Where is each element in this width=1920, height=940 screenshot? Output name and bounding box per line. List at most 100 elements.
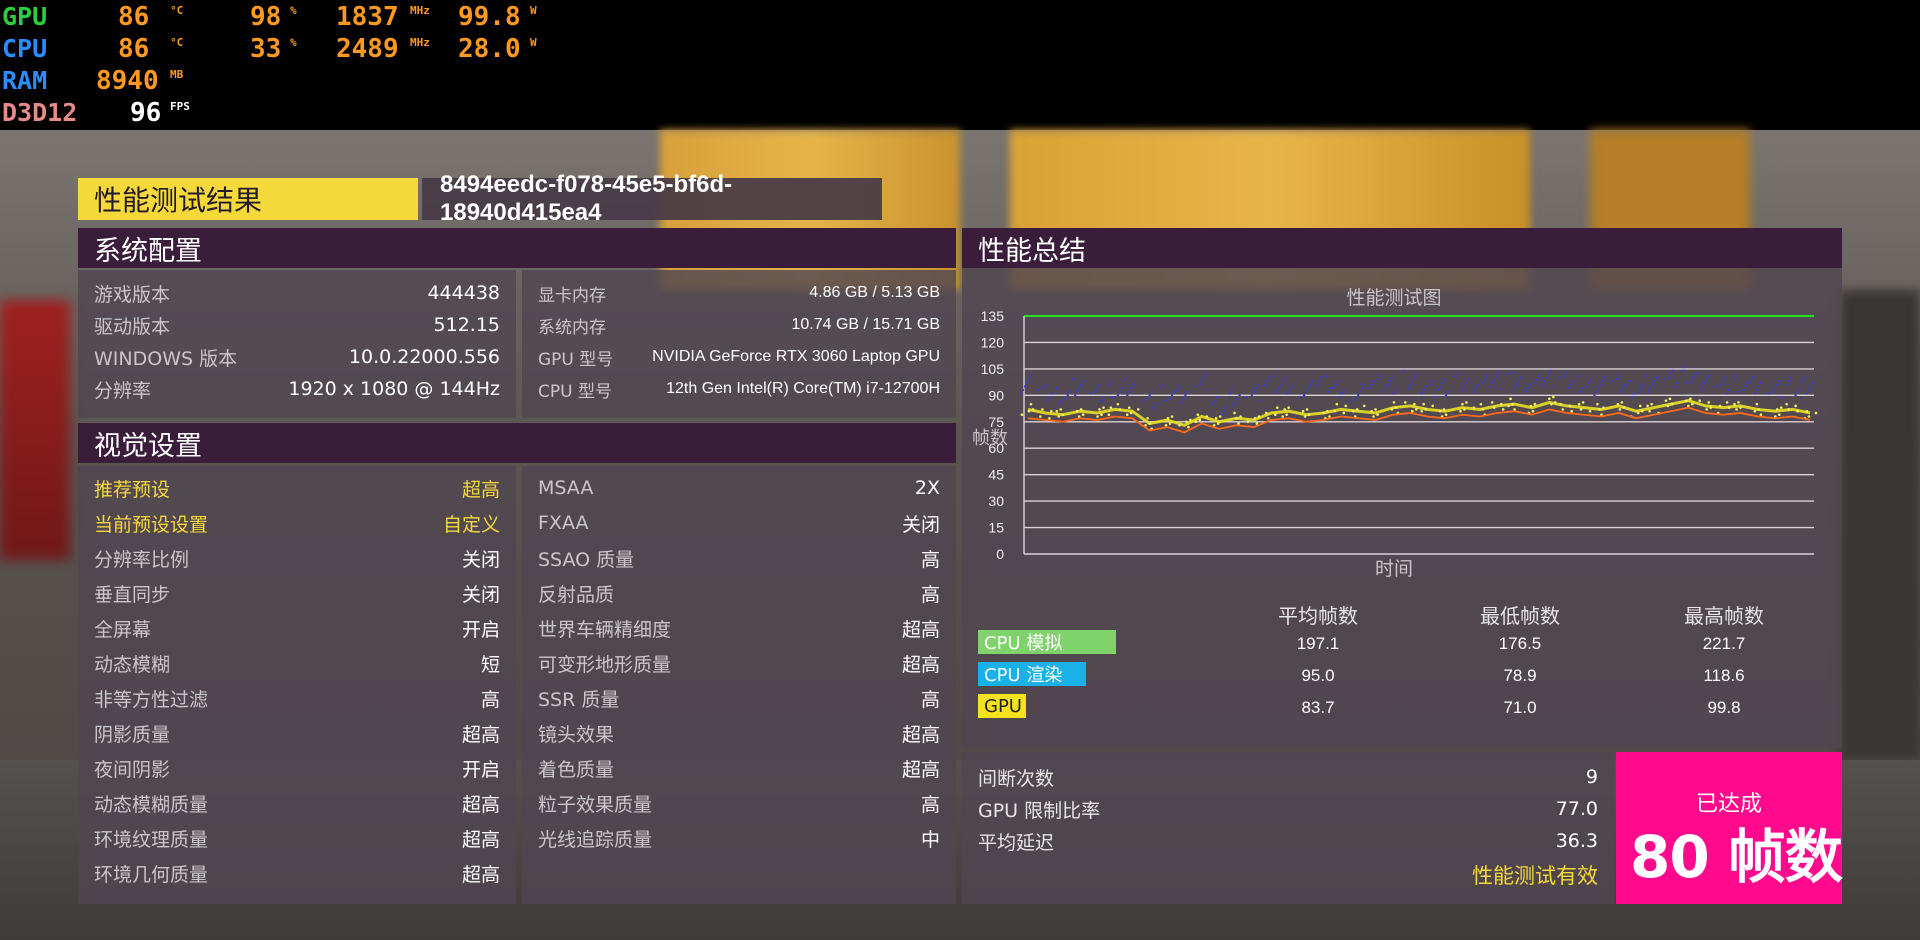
gpu-point <box>1166 416 1170 420</box>
cpu-render-point <box>1631 395 1634 399</box>
osd-gpu-label: GPU <box>2 2 48 31</box>
setting-value: 自定义 <box>442 513 500 536</box>
cpu-render-point <box>1025 381 1029 385</box>
gpu-point <box>1759 413 1763 417</box>
cpu-render-point <box>1381 390 1384 394</box>
cpu-render-point <box>1230 388 1233 392</box>
gpu-point <box>1552 395 1555 399</box>
cpu-render-point <box>1250 394 1254 397</box>
cpu-render-point <box>1193 385 1196 388</box>
setting-key: 非等方性过滤 <box>94 688 209 711</box>
gpu-point <box>1492 406 1496 409</box>
cpu-render-point <box>1742 388 1745 392</box>
gpu-point <box>1326 409 1329 413</box>
detail-row: 间断次数 9 <box>962 760 1614 794</box>
cpu-render-point <box>1489 385 1492 388</box>
gpu-point <box>1735 408 1738 411</box>
gpu-point <box>1233 411 1236 415</box>
cpu-render-point <box>1019 392 1023 395</box>
gpu-point <box>1342 411 1346 415</box>
cpu-render-point <box>1094 390 1097 394</box>
setting-row: 全屏幕 开启 <box>78 611 516 645</box>
cpu-render-point <box>1685 381 1688 385</box>
cpu-render-point <box>1506 372 1509 376</box>
cpu-render-point <box>1178 385 1181 388</box>
osd-cpu-clock: 2489 <box>336 34 399 64</box>
gpu-point <box>1638 404 1642 408</box>
gpu-point <box>1031 408 1035 411</box>
gpu-point <box>1422 402 1425 406</box>
cpu-render-point <box>1515 383 1518 386</box>
config-row: 游戏版本 444438 <box>78 276 516 310</box>
osd-cpu-temp: 86 <box>118 34 150 64</box>
cpu-render-point <box>1719 383 1723 386</box>
cpu-render-point <box>1128 390 1131 394</box>
cpu-render-point <box>1130 387 1133 390</box>
cpu-render-point <box>1264 383 1267 386</box>
cpu-render-point <box>1329 387 1332 390</box>
cpu-render-point <box>1683 365 1686 369</box>
setting-value: 关闭 <box>461 583 500 606</box>
cpu-render-point <box>1306 387 1310 390</box>
config-value: 444438 <box>427 282 500 304</box>
gpu-min: 71.0 <box>1503 698 1537 717</box>
gpu-point <box>1136 408 1140 411</box>
cpu-render-point <box>1089 392 1092 395</box>
cpu-render-point <box>1308 383 1312 386</box>
detail-value: 9 <box>1585 766 1598 788</box>
cpu-render-point <box>1493 378 1496 381</box>
cpu-render-point <box>1075 390 1079 394</box>
cpu-render-point <box>1336 380 1339 383</box>
performance-chart-panel: 性能测试图 0 15 30 45 60 75 90 105 120 135 帧数 时间 <box>962 268 1842 588</box>
gpu-point <box>1757 408 1761 411</box>
cpu-render-point <box>1621 387 1625 390</box>
gpu-point <box>1670 402 1674 406</box>
cpu-render-point <box>1048 395 1051 399</box>
setting-row: 粒子效果质量 高 <box>522 786 956 820</box>
gpu-point <box>1709 406 1713 409</box>
gpu-point <box>1785 402 1788 406</box>
gpu-point <box>1442 408 1446 411</box>
gpu-point <box>1579 408 1583 411</box>
setting-row: 世界车辆精细度 超高 <box>522 611 956 645</box>
cpu-render-point <box>1589 378 1593 381</box>
cpu-render-point <box>1794 394 1797 397</box>
gpu-point <box>1109 406 1113 409</box>
gpu-point <box>1814 411 1818 415</box>
gpu-point <box>1777 413 1781 417</box>
osd-cpu-power: 28.0 <box>458 34 521 64</box>
cpu-render-point <box>1454 374 1457 378</box>
cpu-render-max: 118.6 <box>1703 666 1745 685</box>
osd-gpu-temp-unit: °C <box>170 4 184 17</box>
osd-ram-unit: MB <box>170 68 184 81</box>
cpu-render-point <box>1304 390 1308 394</box>
cpu-render-point <box>1735 374 1738 378</box>
setting-row: 反射品质 高 <box>522 576 956 610</box>
gpu-point <box>1390 408 1394 411</box>
cpu-render-point <box>1440 381 1444 385</box>
cpu-render-point <box>1360 387 1364 390</box>
gpu-point <box>1303 415 1307 418</box>
cpu-render-point <box>1152 406 1155 409</box>
setting-key: FXAA <box>538 512 589 534</box>
gpu-point <box>1596 402 1599 406</box>
gpu-point <box>1570 409 1574 413</box>
cpu-render-point <box>1202 376 1205 379</box>
cpu-render-point <box>1358 390 1362 394</box>
gpu-point <box>1411 409 1414 413</box>
cpu-render-point <box>1511 371 1514 374</box>
gpu-point <box>1620 401 1624 404</box>
gpu-point <box>1287 406 1290 409</box>
cpu-render-point <box>1370 383 1373 386</box>
gpu-point <box>1533 402 1537 406</box>
gpu-point <box>1490 401 1494 404</box>
cpu-render-point <box>1320 376 1323 379</box>
gpu-point <box>1796 409 1799 413</box>
gpu-point <box>1727 406 1731 409</box>
setting-key: 动态模糊 <box>94 653 171 676</box>
cpu-render-point <box>1424 385 1427 388</box>
cpu-render-point <box>1200 380 1203 383</box>
cpu-render-point <box>1159 387 1163 390</box>
cpu-render-point <box>1517 380 1520 383</box>
setting-value: 高 <box>920 793 940 816</box>
